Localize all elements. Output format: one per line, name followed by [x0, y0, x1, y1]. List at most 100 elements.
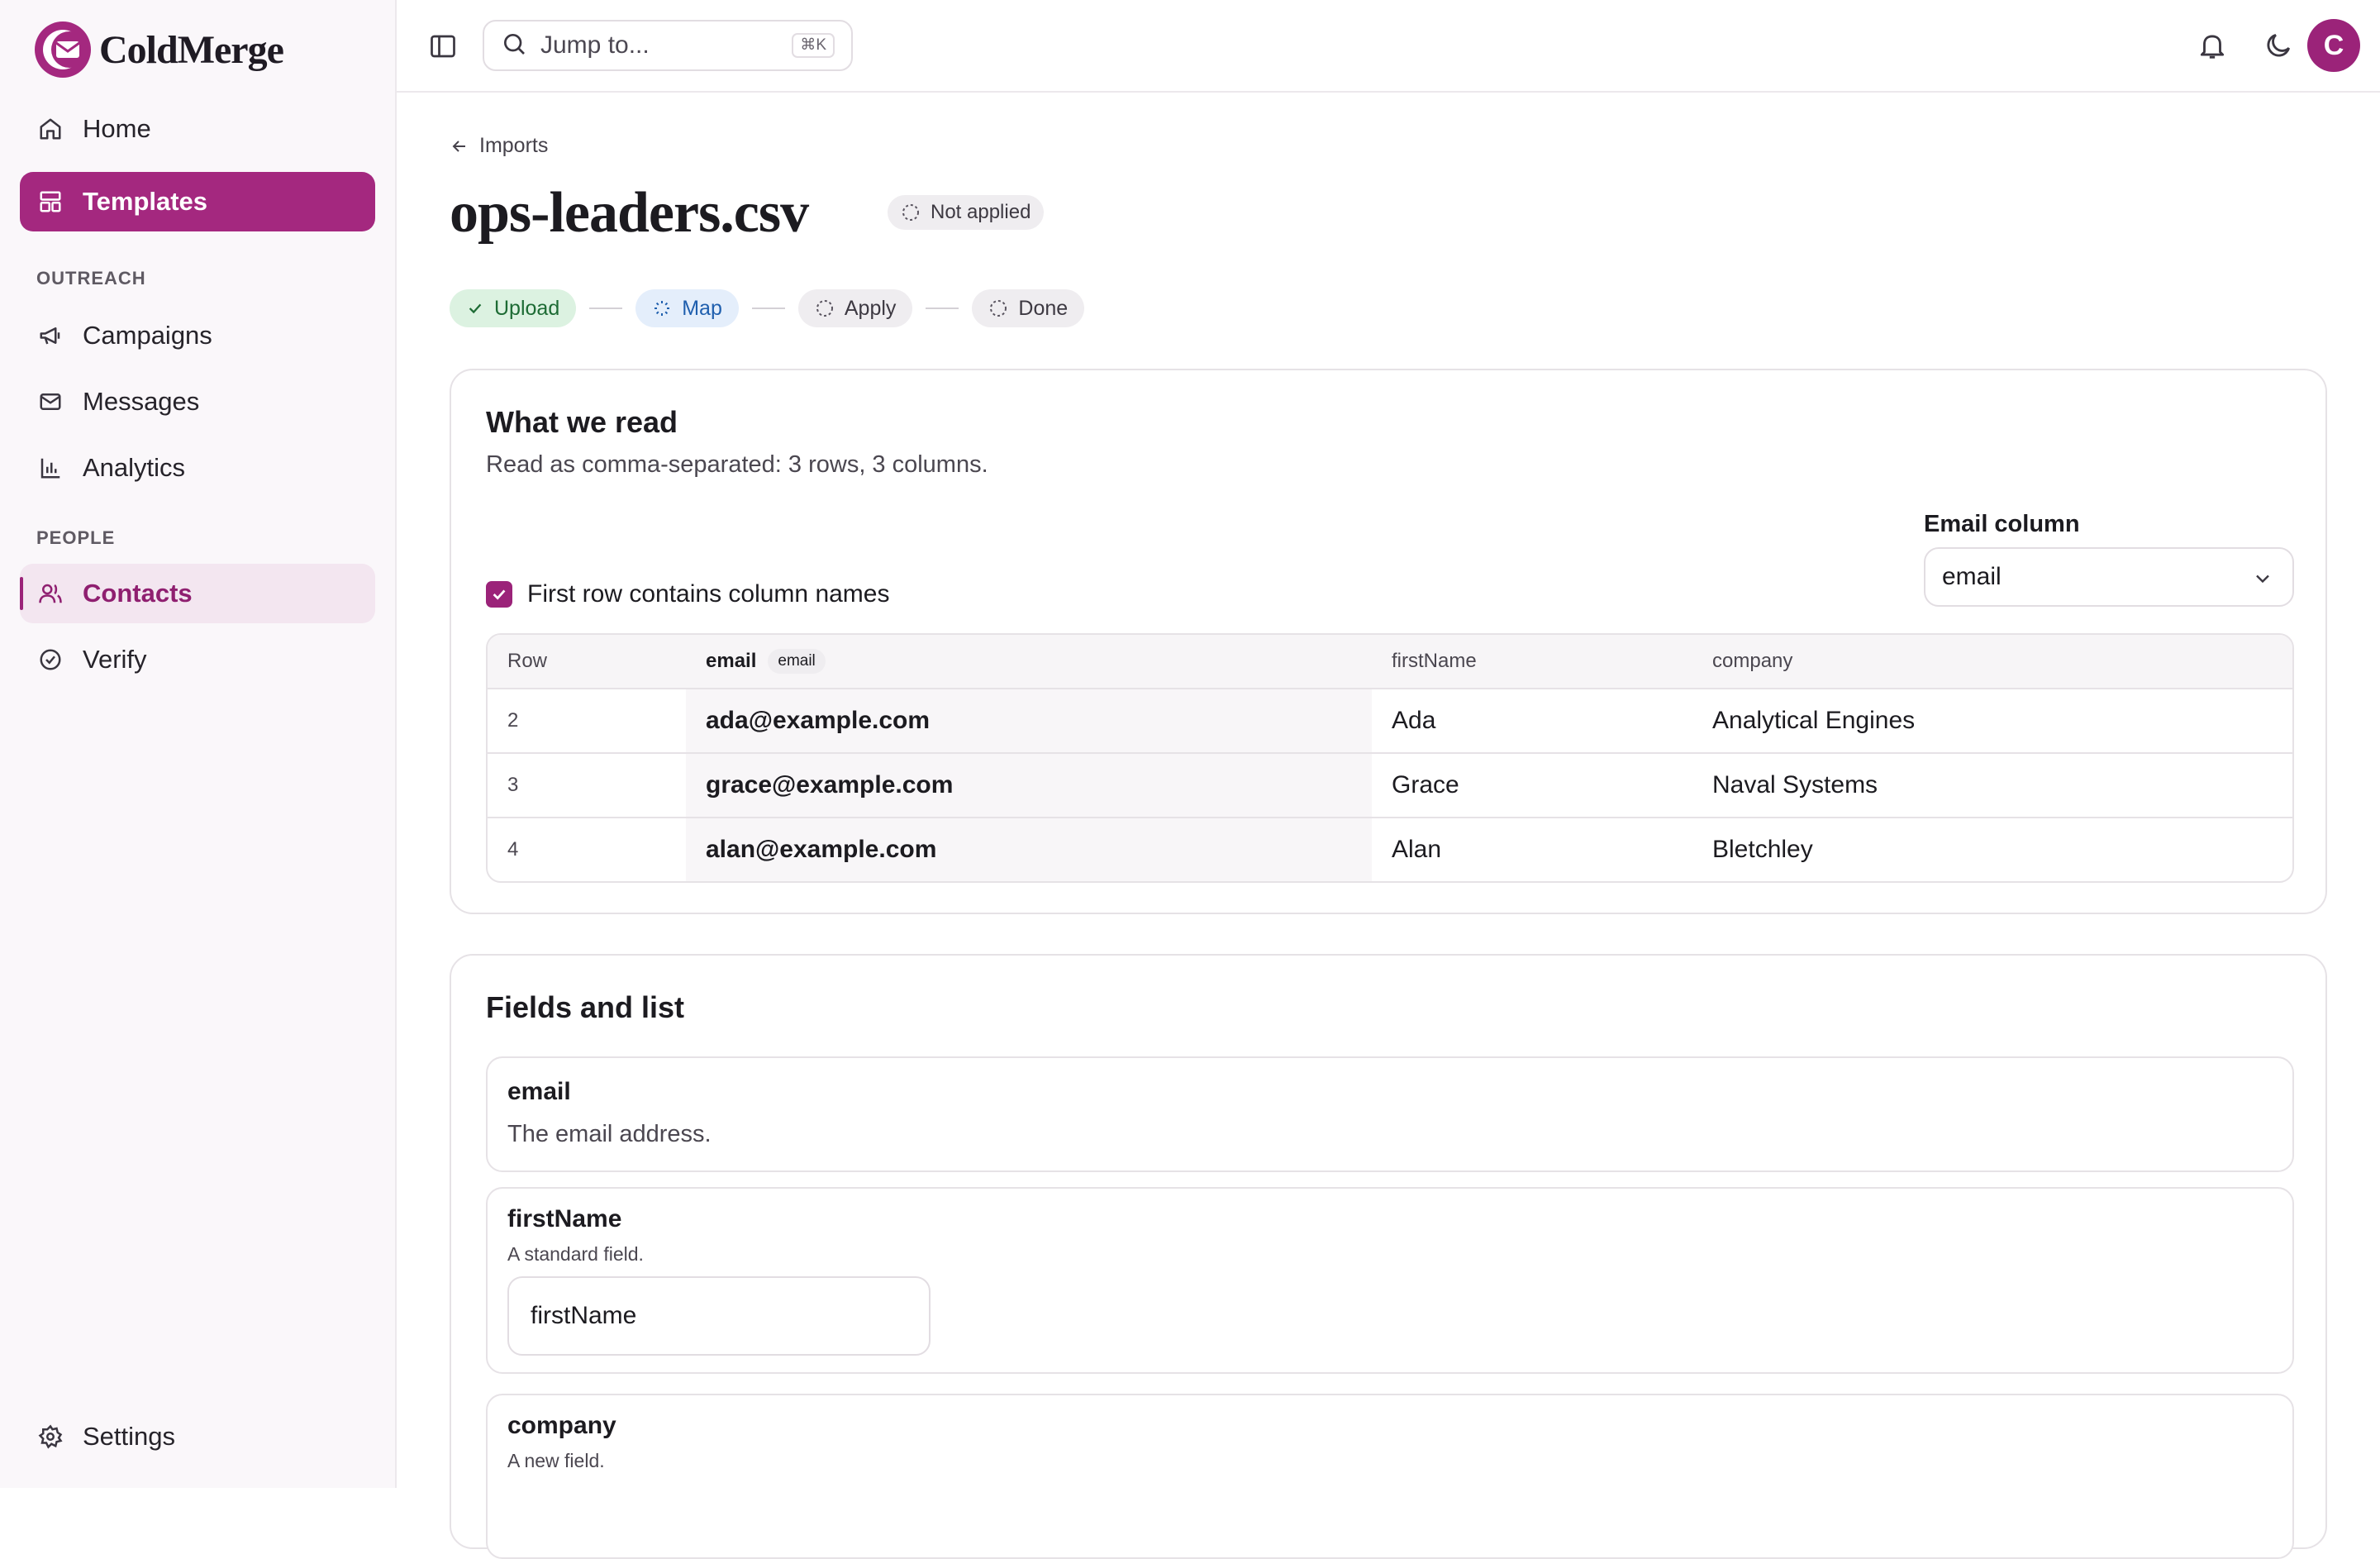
chevron-down-icon: [2256, 574, 2269, 584]
field-description: A standard field.: [507, 1243, 644, 1265]
field-name: email: [507, 1078, 571, 1105]
loader-icon: [654, 301, 670, 316]
search-input[interactable]: Jump to... ⌘K: [483, 20, 853, 71]
logo-text: ColdMerge: [99, 27, 284, 72]
status-badge: Not applied: [888, 195, 1045, 230]
section-label-outreach: OUTREACH: [36, 268, 146, 288]
step-label: Upload: [494, 296, 560, 320]
step-label: Done: [1018, 296, 1069, 320]
first-row-header-checkbox[interactable]: [486, 581, 512, 608]
field-description: A new field.: [507, 1450, 605, 1471]
sidebar: ColdMerge Home Templates OUTREACH Campai…: [0, 0, 397, 1488]
sidebar-item-label: Campaigns: [83, 321, 212, 350]
company-cell: Naval Systems: [1712, 771, 1878, 799]
firstname-cell: Grace: [1392, 771, 1459, 799]
logo[interactable]: ColdMerge: [31, 18, 284, 81]
top-bar: Jump to... ⌘K C: [397, 0, 2380, 93]
page-title: ops-leaders.csv: [450, 181, 809, 245]
column-header-email-label: email: [706, 650, 757, 672]
sidebar-item-label: Messages: [83, 387, 200, 416]
shortcut-badge: ⌘K: [792, 33, 835, 58]
users-icon: [36, 579, 64, 608]
read-card: What we read Read as comma-separated: 3 …: [450, 369, 2327, 914]
field-email: email The email address.: [486, 1056, 2294, 1172]
step-map[interactable]: Map: [635, 289, 739, 327]
sidebar-item-label: Analytics: [83, 453, 186, 482]
pending-circle-icon: [902, 204, 919, 221]
arrow-left-icon: [452, 140, 465, 152]
email-column-label: Email column: [1924, 511, 2080, 537]
sidebar-item-contacts[interactable]: Contacts: [20, 564, 375, 623]
column-header-firstname: firstName: [1392, 650, 1477, 672]
field-name: company: [507, 1412, 616, 1439]
email-cell: ada@example.com: [686, 689, 1372, 752]
preview-table: Row email email firstName company 2 ada@…: [486, 633, 2294, 883]
stepper: Upload Map Apply Done: [450, 289, 1085, 327]
field-company: company A new field.: [486, 1394, 2294, 1559]
search-icon: [501, 31, 527, 61]
check-icon: [493, 589, 506, 600]
step-label: Map: [682, 296, 722, 320]
sidebar-item-home[interactable]: Home: [20, 99, 375, 159]
back-link-label: Imports: [479, 134, 549, 157]
email-cell: alan@example.com: [686, 818, 1372, 881]
sidebar-item-templates[interactable]: Templates: [20, 172, 375, 231]
sidebar-item-campaigns[interactable]: Campaigns: [20, 306, 375, 365]
avatar[interactable]: C: [2307, 19, 2360, 72]
check-badge-icon: [36, 646, 64, 674]
email-column-value: email: [1942, 563, 2002, 590]
column-header-email: email email: [686, 635, 1372, 688]
column-header-company: company: [1712, 650, 1793, 672]
card-title: What we read: [486, 405, 678, 439]
field-name: firstName: [507, 1205, 622, 1232]
back-link[interactable]: Imports: [450, 134, 548, 158]
status-label: Not applied: [931, 201, 1031, 223]
step-divider: [751, 308, 785, 309]
home-icon: [36, 115, 64, 143]
sidebar-item-label: Verify: [83, 645, 147, 674]
sidebar-item-settings[interactable]: Settings: [20, 1407, 375, 1466]
step-done[interactable]: Done: [972, 289, 1085, 327]
email-column-tag: email: [768, 649, 826, 674]
sidebar-item-label: Settings: [83, 1422, 176, 1451]
step-divider: [926, 308, 959, 309]
fields-card: Fields and list email The email address.…: [450, 954, 2327, 1559]
sidebar-item-messages[interactable]: Messages: [20, 372, 375, 431]
row-number: 3: [507, 774, 519, 796]
sidebar-toggle-icon[interactable]: [428, 31, 458, 61]
field-name-input[interactable]: firstName: [507, 1276, 931, 1356]
sidebar-item-analytics[interactable]: Analytics: [20, 438, 375, 498]
bar-chart-icon: [36, 454, 64, 482]
firstname-cell: Alan: [1392, 836, 1442, 863]
row-number: 2: [507, 709, 519, 732]
field-firstname: firstName A standard field. firstName: [486, 1187, 2294, 1374]
email-column-select[interactable]: email: [1924, 547, 2294, 607]
table-row: 2 ada@example.com Ada Analytical Engines: [488, 688, 2292, 752]
moon-icon[interactable]: [2263, 30, 2294, 61]
firstname-cell: Ada: [1392, 707, 1436, 734]
column-header-row: Row: [507, 650, 548, 672]
first-row-header-checkbox-row[interactable]: First row contains column names: [486, 580, 890, 608]
bell-icon[interactable]: [2197, 30, 2228, 61]
table-header-row: Row email email firstName company: [488, 635, 2292, 688]
field-description: The email address.: [507, 1121, 712, 1147]
step-label: Apply: [844, 296, 897, 320]
step-divider: [589, 308, 623, 309]
section-label-people: PEOPLE: [36, 527, 116, 548]
table-row: 3 grace@example.com Grace Naval Systems: [488, 752, 2292, 817]
table-row: 4 alan@example.com Alan Bletchley: [488, 817, 2292, 881]
checkbox-label: First row contains column names: [527, 580, 890, 608]
gear-icon: [36, 1423, 64, 1451]
pending-circle-icon: [816, 300, 833, 317]
check-icon: [469, 303, 482, 314]
sidebar-item-label: Contacts: [83, 579, 193, 608]
step-apply[interactable]: Apply: [797, 289, 913, 327]
pending-circle-icon: [990, 300, 1007, 317]
email-cell: grace@example.com: [686, 754, 1372, 817]
step-upload[interactable]: Upload: [450, 289, 577, 327]
sidebar-item-verify[interactable]: Verify: [20, 630, 375, 689]
sidebar-item-label: Templates: [83, 187, 208, 216]
company-cell: Analytical Engines: [1712, 707, 1916, 734]
company-cell: Bletchley: [1712, 836, 1813, 863]
logo-mark-icon: [31, 18, 94, 81]
